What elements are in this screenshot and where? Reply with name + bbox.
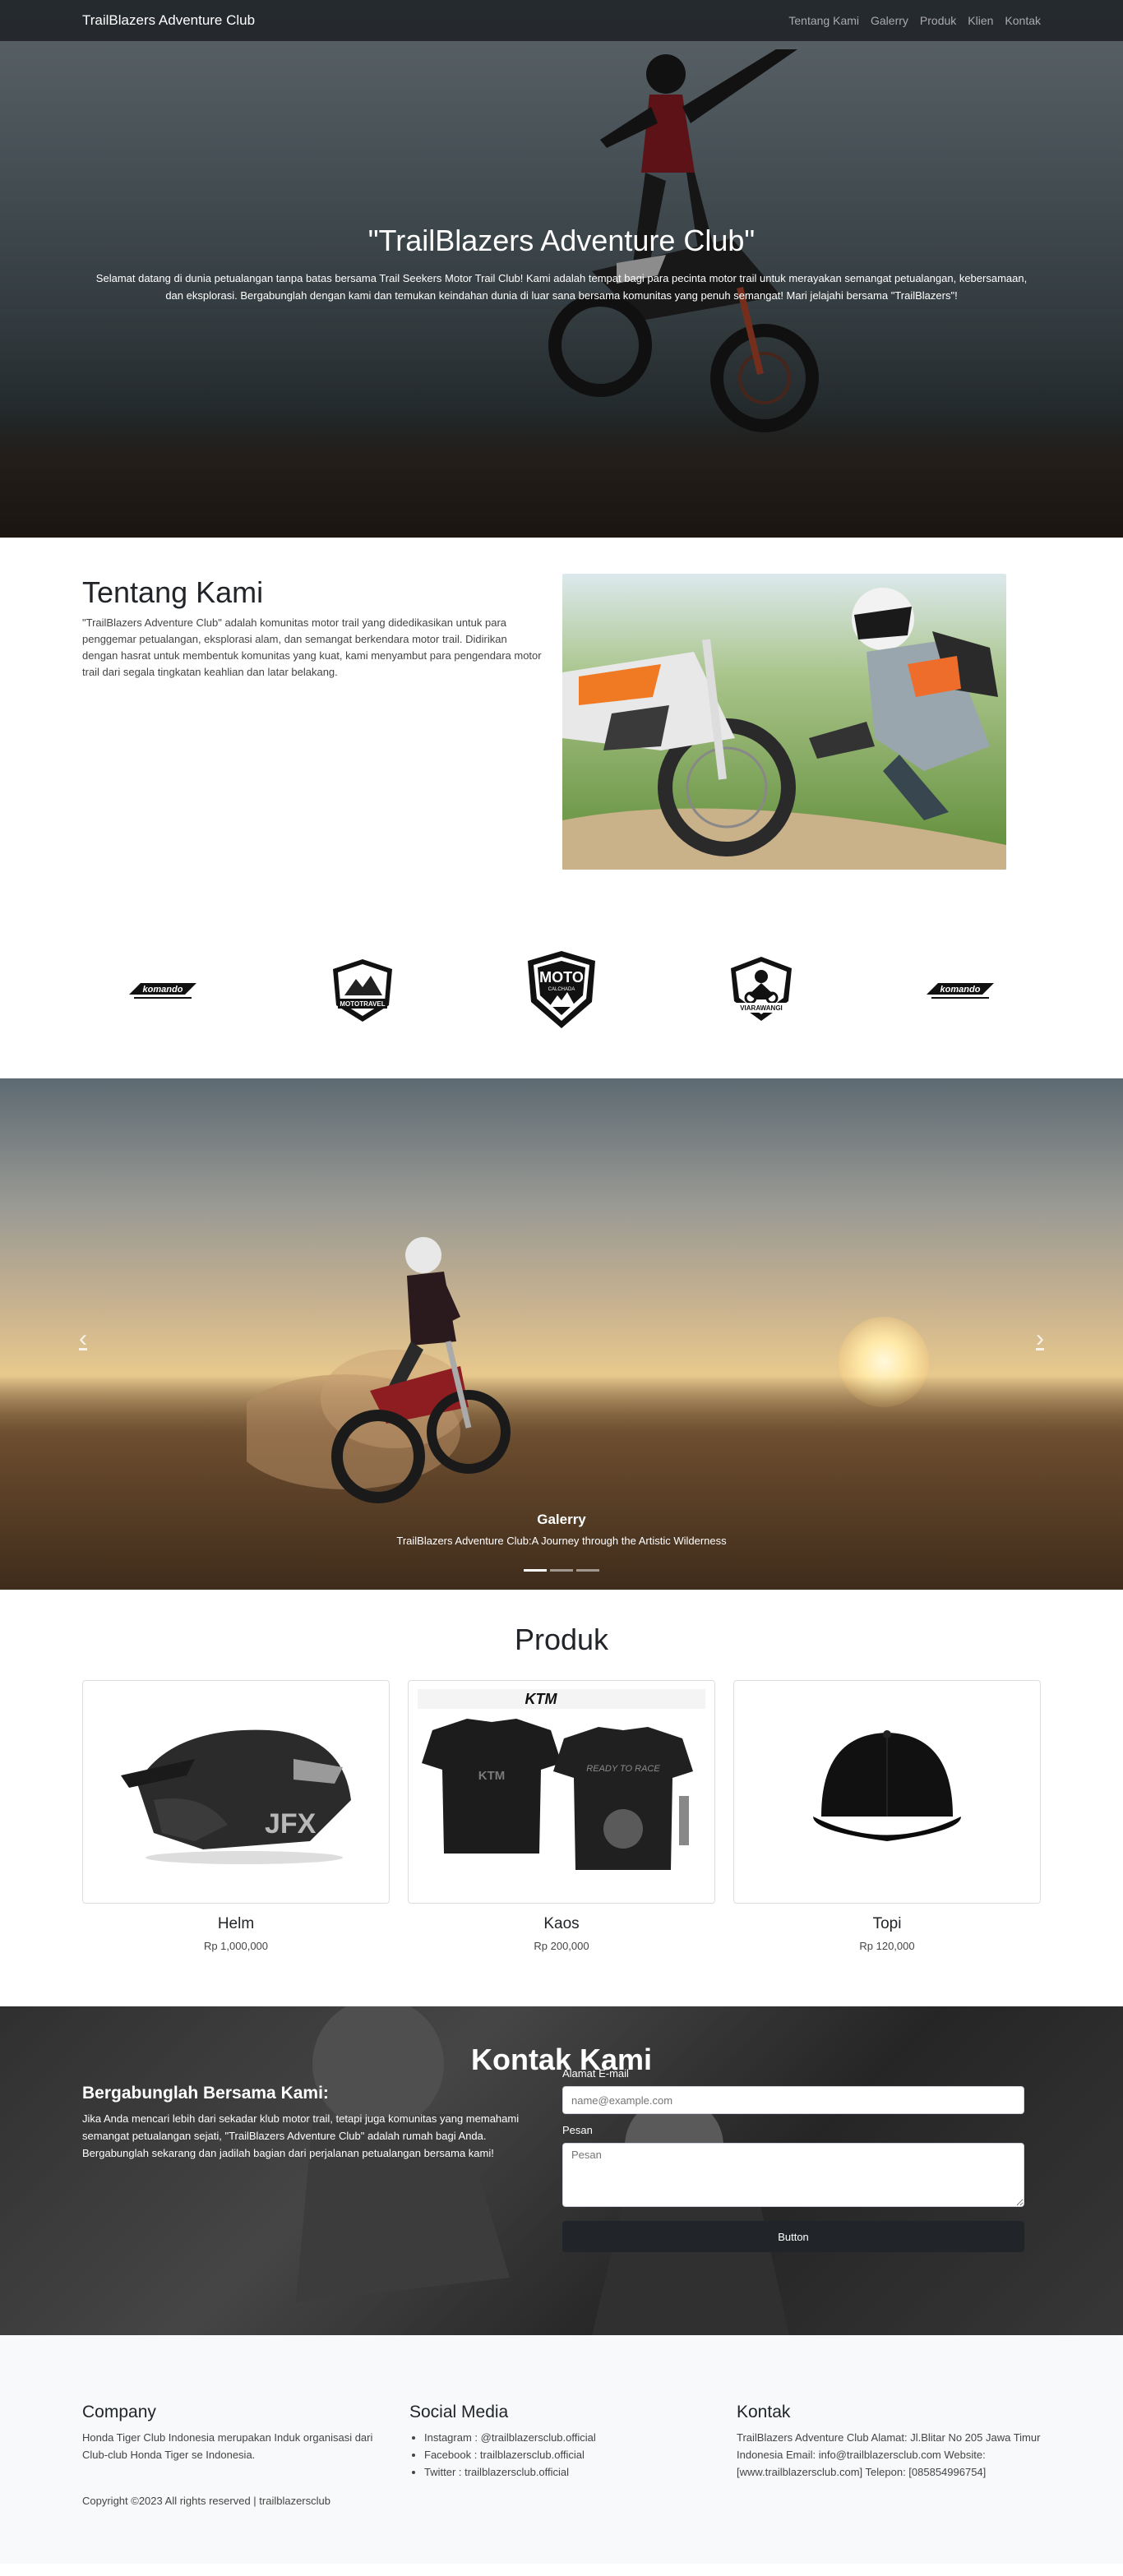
product-price-kaos: Rp 200,000	[534, 1940, 589, 1952]
product-name-kaos: Kaos	[543, 1915, 580, 1932]
about-photo	[562, 574, 1006, 870]
svg-text:KTM: KTM	[478, 1769, 506, 1783]
nav-link-galerry[interactable]: Galerry	[871, 14, 908, 27]
product-name-topi: Topi	[872, 1915, 902, 1932]
client-logo-komando-2-text: komando	[940, 985, 981, 995]
message-field[interactable]	[562, 2143, 1024, 2207]
carousel-indicator-1[interactable]	[524, 1569, 547, 1572]
gallery-carousel: ‹ › Galerry TrailBlazers Adventure Club:…	[0, 1078, 1123, 1590]
product-image-topi	[733, 1680, 1041, 1904]
client-logo-komando-2: komando	[919, 949, 1001, 1032]
client-logo-moto: MOTO CALCHADA	[520, 949, 603, 1032]
client-logo-komando: komando	[122, 949, 204, 1032]
products-section: Produk JFX Helm Rp 1,000,000 KTM KTM REA…	[0, 1590, 1123, 2006]
about-text: Tentang Kami "TrailBlazers Adventure Clu…	[82, 574, 543, 870]
product-card-kaos[interactable]: KTM KTM READY TO RACE Kaos Rp 200,000	[408, 1680, 715, 1952]
carousel-indicator-2[interactable]	[550, 1569, 573, 1572]
email-label: Alamat E-mail	[562, 2067, 629, 2080]
about-title: Tentang Kami	[82, 575, 264, 609]
brand-link[interactable]: TrailBlazers Adventure Club	[82, 12, 255, 29]
contact-form: Alamat E-mail Pesan Button	[562, 2067, 1024, 2252]
footer-contact-title: Kontak	[737, 2403, 791, 2421]
gallery-rider-image	[247, 1237, 511, 1503]
hero-text: "TrailBlazers Adventure Club" Selamat da…	[0, 224, 1123, 304]
carousel-caption-title: Galerry	[537, 1512, 586, 1527]
footer-copyright: Copyright ©2023 All rights reserved | tr…	[82, 2495, 330, 2507]
footer-company-title: Company	[82, 2403, 156, 2421]
nav-link-tentang-kami[interactable]: Tentang Kami	[788, 14, 859, 27]
product-name-helm: Helm	[217, 1915, 255, 1932]
contact-join: Bergabunglah Bersama Kami: Jika Anda men…	[82, 2084, 526, 2252]
footer-contact: Kontak TrailBlazers Adventure Club Alama…	[737, 2403, 1041, 2481]
footer-social-instagram[interactable]: Instagram : @trailblazersclub.official	[424, 2429, 714, 2446]
clients-section: komando MOTOTRAVEL MOTO CALCHADA VIARAWA…	[0, 903, 1123, 1078]
product-image-helm: JFX	[82, 1680, 390, 1904]
nav-link-produk[interactable]: Produk	[920, 14, 956, 27]
footer-social-title: Social Media	[409, 2403, 509, 2421]
about-description: "TrailBlazers Adventure Club" adalah kom…	[82, 616, 542, 678]
product-price-helm: Rp 1,000,000	[203, 1940, 269, 1952]
navbar: TrailBlazers Adventure Club Tentang Kami…	[0, 0, 1123, 41]
carousel-caption: Galerry TrailBlazers Adventure Club:A Jo…	[0, 1512, 1123, 1547]
nav-link-klien[interactable]: Klien	[968, 14, 993, 27]
carousel-prev-button[interactable]: ‹	[79, 1325, 87, 1353]
carousel-indicator-3[interactable]	[576, 1569, 599, 1572]
footer-company: Company Honda Tiger Club Indonesia merup…	[82, 2403, 386, 2481]
shirt-brand-text: KTM	[525, 1691, 558, 1707]
client-logo-viarawangi: VIARAWANGI	[720, 949, 802, 1032]
footer-social-facebook[interactable]: Facebook : trailblazersclub.official	[424, 2446, 714, 2463]
email-field[interactable]	[562, 2086, 1024, 2114]
client-logo-mototravel-text: MOTOTRAVEL	[340, 1000, 385, 1008]
about-section: Tentang Kami "TrailBlazers Adventure Clu…	[0, 538, 1123, 903]
client-logo-moto-text: MOTO	[539, 969, 584, 986]
nav-link-kontak[interactable]: Kontak	[1005, 14, 1041, 27]
helmet-brand-text: JFX	[265, 1808, 317, 1840]
contact-join-text: Jika Anda mencari lebih dari sekadar klu…	[82, 2112, 520, 2159]
message-label: Pesan	[562, 2124, 593, 2136]
product-price-topi: Rp 120,000	[859, 1940, 915, 1952]
carousel-caption-text: TrailBlazers Adventure Club:A Journey th…	[396, 1535, 727, 1547]
contact-join-title: Bergabunglah Bersama Kami:	[82, 2084, 329, 2103]
client-logo-mototravel: MOTOTRAVEL	[321, 949, 404, 1032]
nav-links: Tentang Kami Galerry Produk Klien Kontak	[788, 14, 1041, 27]
footer-social-twitter[interactable]: Twitter : trailblazersclub.official	[424, 2463, 714, 2481]
footer-social: Social Media Instagram : @trailblazerscl…	[409, 2403, 714, 2481]
products-title: Produk	[514, 1623, 609, 1656]
footer: Company Honda Tiger Club Indonesia merup…	[0, 2335, 1123, 2564]
carousel-indicators	[0, 1569, 1123, 1572]
client-logo-moto-subtext: CALCHADA	[548, 987, 575, 992]
product-image-kaos: KTM KTM READY TO RACE	[408, 1680, 715, 1904]
footer-contact-text: TrailBlazers Adventure Club Alamat: Jl.B…	[737, 2431, 1041, 2478]
client-logo-viarawangi-text: VIARAWANGI	[740, 1004, 783, 1012]
hero-description: Selamat datang di dunia petualangan tanp…	[95, 272, 1028, 302]
footer-company-text: Honda Tiger Club Indonesia merupakan Ind…	[82, 2431, 373, 2461]
shirt-tag-text: READY TO RACE	[586, 1764, 660, 1774]
submit-button[interactable]: Button	[562, 2221, 1024, 2252]
product-card-topi[interactable]: Topi Rp 120,000	[733, 1680, 1041, 1952]
contact-section: Kontak Kami Bergabunglah Bersama Kami: J…	[0, 2006, 1123, 2335]
hero-title: "TrailBlazers Adventure Club"	[367, 224, 756, 257]
client-logo-komando-text: komando	[143, 985, 183, 995]
product-card-helm[interactable]: JFX Helm Rp 1,000,000	[82, 1680, 390, 1952]
carousel-next-button[interactable]: ›	[1036, 1325, 1044, 1353]
hero-section: "TrailBlazers Adventure Club" Selamat da…	[0, 0, 1123, 538]
